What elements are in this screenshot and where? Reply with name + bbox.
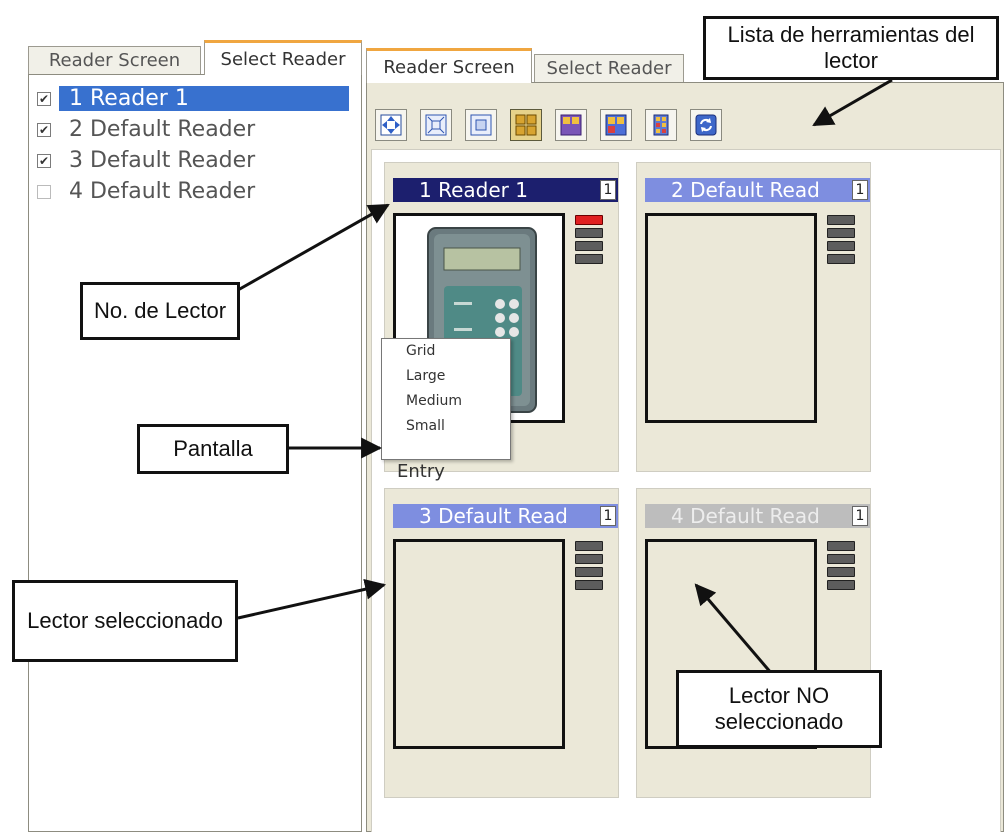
- status-leds: [575, 541, 603, 593]
- menu-item-small[interactable]: Small: [382, 414, 510, 439]
- reader-number-badge: 1: [852, 180, 868, 200]
- tab-reader-screen-right[interactable]: Reader Screen: [366, 48, 532, 83]
- status-led: [827, 228, 855, 238]
- callout-reader-number: No. de Lector: [80, 282, 240, 340]
- small-view-icon: [653, 114, 669, 136]
- reader-cell[interactable]: 2 Default Read 1: [636, 162, 871, 472]
- reader-cell-title: 1 Reader 1 1: [393, 178, 618, 202]
- reader-label: 1 Reader 1: [59, 86, 349, 111]
- right-tab-strip: Reader Screen Select Reader: [366, 48, 696, 83]
- large-view-icon: [560, 114, 582, 136]
- view-context-menu: Grid Large Medium Small: [381, 338, 511, 460]
- tab-select-reader-right[interactable]: Select Reader: [534, 54, 684, 82]
- reader-toolbar: [375, 109, 722, 143]
- reader-cell[interactable]: 3 Default Read 1: [384, 488, 619, 798]
- status-led: [827, 541, 855, 551]
- reader-cell-title-text: 4 Default Read: [671, 504, 820, 528]
- status-leds: [575, 215, 603, 267]
- large-view-button[interactable]: [555, 109, 587, 141]
- status-leds: [827, 215, 855, 267]
- tab-reader-screen-left[interactable]: Reader Screen: [28, 46, 201, 74]
- callout-selected-reader: Lector seleccionado: [12, 580, 238, 662]
- reader-label: 3 Default Reader: [69, 148, 256, 173]
- reader-checkbox[interactable]: ✔: [37, 153, 51, 168]
- status-led: [827, 554, 855, 564]
- reader-screen[interactable]: [645, 213, 817, 423]
- grid-view-button[interactable]: [510, 109, 542, 141]
- reader-list: ✔ 1 Reader 1 ✔ 2 Default Reader ✔ 3 Defa…: [29, 83, 359, 207]
- reader-cell[interactable]: 4 Default Read 1: [636, 488, 871, 798]
- callout-screen: Pantalla: [137, 424, 289, 474]
- refresh-button[interactable]: [690, 109, 722, 141]
- status-led: [575, 241, 603, 251]
- status-led: [827, 580, 855, 590]
- status-led: [827, 254, 855, 264]
- pan-icon: [380, 114, 402, 136]
- status-leds: [827, 541, 855, 593]
- reader-cell-title-text: 1 Reader 1: [419, 178, 528, 202]
- reader-number-badge: 1: [600, 506, 616, 526]
- reader-cell-title-text: 2 Default Read: [671, 178, 820, 202]
- reader-label: 4 Default Reader: [69, 179, 256, 204]
- reader-cell-title: 4 Default Read 1: [645, 504, 870, 528]
- status-led: [827, 567, 855, 577]
- entry-label: Entry: [397, 461, 445, 482]
- refresh-icon: [695, 114, 717, 136]
- menu-item-grid[interactable]: Grid: [382, 339, 510, 364]
- reader-checkbox[interactable]: ✔: [37, 91, 51, 106]
- status-led: [827, 215, 855, 225]
- status-led: [575, 254, 603, 264]
- reader-list-item[interactable]: ✔ 1 Reader 1: [29, 83, 359, 114]
- grid-icon: [515, 114, 537, 136]
- medium-view-icon: [605, 114, 627, 136]
- medium-view-button[interactable]: [600, 109, 632, 141]
- reader-checkbox[interactable]: [37, 184, 51, 199]
- status-led: [827, 241, 855, 251]
- status-led: [575, 215, 603, 225]
- menu-item-medium[interactable]: Medium: [382, 389, 510, 414]
- menu-item-large[interactable]: Large: [382, 364, 510, 389]
- status-led: [575, 580, 603, 590]
- callout-not-selected-reader: Lector NO seleccionado: [676, 670, 882, 748]
- left-tab-strip: Reader Screen Select Reader: [28, 40, 362, 75]
- small-view-button[interactable]: [645, 109, 677, 141]
- tab-select-reader-left[interactable]: Select Reader: [204, 40, 362, 75]
- reader-list-item[interactable]: ✔ 2 Default Reader: [29, 114, 359, 145]
- reader-list-item[interactable]: ✔ 3 Default Reader: [29, 145, 359, 176]
- reader-number-badge: 1: [852, 506, 868, 526]
- status-led: [575, 567, 603, 577]
- reader-list-item[interactable]: 4 Default Reader: [29, 176, 359, 207]
- reader-cell-title: 2 Default Read 1: [645, 178, 870, 202]
- center-button[interactable]: [465, 109, 497, 141]
- reader-label: 2 Default Reader: [69, 117, 256, 142]
- center-icon: [470, 114, 492, 136]
- fit-button[interactable]: [420, 109, 452, 141]
- status-led: [575, 554, 603, 564]
- reader-number-badge: 1: [600, 180, 616, 200]
- pan-button[interactable]: [375, 109, 407, 141]
- reader-checkbox[interactable]: ✔: [37, 122, 51, 137]
- reader-screen[interactable]: [393, 539, 565, 749]
- reader-cell-title-text: 3 Default Read: [419, 504, 568, 528]
- fit-icon: [425, 114, 447, 136]
- status-led: [575, 228, 603, 238]
- callout-toolbar-list: Lista de herramientas del lector: [703, 16, 999, 80]
- reader-cell-title: 3 Default Read 1: [393, 504, 618, 528]
- status-led: [575, 541, 603, 551]
